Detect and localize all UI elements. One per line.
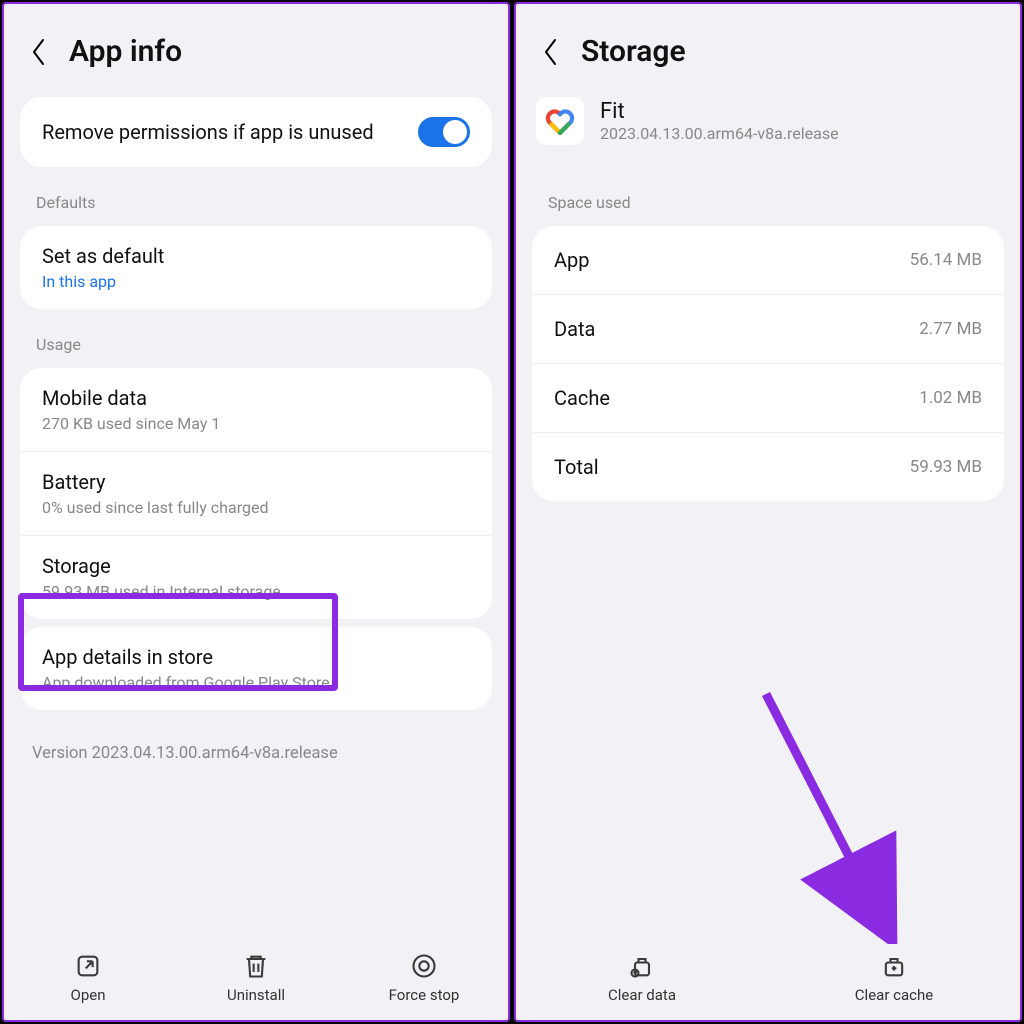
uninstall-button[interactable]: Uninstall [172, 952, 340, 1004]
app-details-sub: App downloaded from Google Play Store [42, 673, 470, 692]
uninstall-label: Uninstall [227, 986, 285, 1004]
trash-icon [242, 952, 270, 980]
storage-sub: 59.93 MB used in Internal storage [42, 582, 470, 601]
storage-title: Storage [42, 554, 470, 578]
chevron-left-icon [31, 38, 47, 66]
app-details-card: App details in store App downloaded from… [20, 627, 492, 710]
battery-row[interactable]: Battery 0% used since last fully charged [20, 451, 492, 535]
defaults-card: Set as default In this app [20, 226, 492, 309]
google-fit-icon [543, 104, 577, 138]
header: App info [4, 4, 508, 89]
space-data-label: Data [554, 317, 595, 341]
header: Storage [516, 4, 1020, 89]
remove-permissions-label: Remove permissions if app is unused [42, 119, 374, 145]
app-name: Fit [600, 99, 839, 124]
bottom-bar: Clear data Clear cache [516, 942, 1020, 1020]
version-text: Version 2023.04.13.00.arm64-v8a.release [4, 718, 508, 789]
force-stop-button[interactable]: Force stop [340, 952, 508, 1004]
clear-data-label: Clear data [608, 986, 676, 1004]
app-identity: Fit 2023.04.13.00.arm64-v8a.release [516, 89, 1020, 175]
usage-card: Mobile data 270 KB used since May 1 Batt… [20, 368, 492, 619]
clear-data-button[interactable]: Clear data [516, 952, 768, 1004]
space-app-row: App 56.14 MB [532, 226, 1004, 294]
space-app-label: App [554, 248, 590, 272]
open-icon [74, 952, 102, 980]
set-as-default-sub: In this app [42, 272, 470, 291]
page-title: Storage [581, 34, 686, 69]
battery-title: Battery [42, 470, 470, 494]
page-title: App info [69, 34, 182, 69]
app-info-screen: App info Remove permissions if app is un… [2, 2, 510, 1022]
back-button[interactable] [536, 37, 566, 67]
storage-screen: Storage Fit 2023.04.13.00.arm64-v8a.rele… [514, 2, 1022, 1022]
app-version: 2023.04.13.00.arm64-v8a.release [600, 124, 839, 143]
app-details-row[interactable]: App details in store App downloaded from… [20, 627, 492, 710]
force-stop-icon [410, 952, 438, 980]
space-app-value: 56.14 MB [910, 250, 982, 270]
space-data-value: 2.77 MB [919, 319, 982, 339]
clear-data-icon [628, 952, 656, 980]
open-button[interactable]: Open [4, 952, 172, 1004]
mobile-data-sub: 270 KB used since May 1 [42, 414, 470, 433]
space-cache-value: 1.02 MB [919, 388, 982, 408]
set-as-default-row[interactable]: Set as default In this app [20, 226, 492, 309]
space-data-row: Data 2.77 MB [532, 294, 1004, 363]
app-icon [536, 97, 584, 145]
space-cache-label: Cache [554, 386, 610, 410]
section-usage-label: Usage [4, 317, 508, 360]
set-as-default-title: Set as default [42, 244, 470, 268]
space-used-card: App 56.14 MB Data 2.77 MB Cache 1.02 MB … [532, 226, 1004, 501]
back-button[interactable] [24, 37, 54, 67]
force-stop-label: Force stop [389, 986, 460, 1004]
section-space-used-label: Space used [516, 175, 1020, 218]
space-total-label: Total [554, 455, 599, 479]
space-total-row: Total 59.93 MB [532, 432, 1004, 501]
clear-cache-button[interactable]: Clear cache [768, 952, 1020, 1004]
open-label: Open [71, 986, 106, 1004]
remove-permissions-row[interactable]: Remove permissions if app is unused [20, 97, 492, 167]
mobile-data-title: Mobile data [42, 386, 470, 410]
clear-cache-label: Clear cache [855, 986, 933, 1004]
app-details-title: App details in store [42, 645, 470, 669]
mobile-data-row[interactable]: Mobile data 270 KB used since May 1 [20, 368, 492, 451]
section-defaults-label: Defaults [4, 175, 508, 218]
space-cache-row: Cache 1.02 MB [532, 363, 1004, 432]
chevron-left-icon [543, 38, 559, 66]
remove-permissions-toggle[interactable] [418, 117, 470, 147]
arrow-annotation [751, 684, 911, 944]
battery-sub: 0% used since last fully charged [42, 498, 470, 517]
clear-cache-icon [880, 952, 908, 980]
storage-row[interactable]: Storage 59.93 MB used in Internal storag… [20, 535, 492, 619]
space-total-value: 59.93 MB [910, 457, 982, 477]
remove-permissions-card: Remove permissions if app is unused [20, 97, 492, 167]
bottom-bar: Open Uninstall Force stop [4, 942, 508, 1020]
